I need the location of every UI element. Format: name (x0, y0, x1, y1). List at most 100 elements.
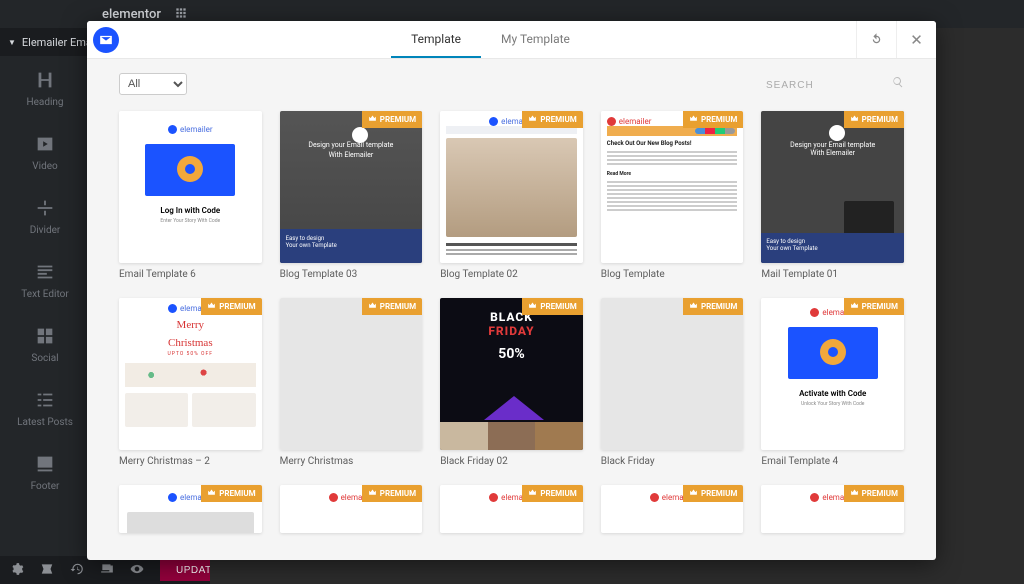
search-input[interactable] (764, 76, 904, 95)
crown-icon (850, 301, 859, 312)
badge-label: PREMIUM (862, 489, 898, 498)
modal-logo (87, 21, 125, 58)
badge-label: PREMIUM (862, 302, 898, 311)
premium-badge: PREMIUM (201, 485, 261, 502)
template-card[interactable]: PREMIUMelemailer (440, 485, 583, 533)
preview-icon[interactable] (130, 561, 144, 580)
template-title: Blog Template 02 (440, 269, 583, 280)
widget-label: Text Editor (21, 289, 68, 300)
premium-badge: PREMIUM (683, 298, 743, 315)
template-thumbnail: PREMIUMelemailer (280, 485, 423, 533)
badge-label: PREMIUM (862, 115, 898, 124)
caret-down-icon: ▼ (8, 38, 16, 47)
template-library-modal: Template My Template ✕ All elemailerLog … (87, 21, 936, 560)
template-thumbnail: PREMIUMBLACKFRIDAY50% (440, 298, 583, 450)
crown-icon (689, 114, 698, 125)
search-wrap (764, 73, 904, 95)
crown-icon (528, 301, 537, 312)
widget-heading[interactable]: Heading (0, 56, 90, 120)
template-thumbnail: PREMIUMelemailerCheck Out Our New Blog P… (601, 111, 744, 263)
template-title: Black Friday (601, 456, 744, 467)
category-filter[interactable]: All (119, 73, 187, 95)
template-card[interactable]: PREMIUMelemailerMerryChristmasUPTO 50% O… (119, 298, 262, 467)
tab-template[interactable]: Template (391, 21, 481, 58)
crown-icon (689, 301, 698, 312)
template-card[interactable]: PREMIUMBLACKFRIDAY50% Black Friday 02 (440, 298, 583, 467)
premium-badge: PREMIUM (844, 298, 904, 315)
widget-label: Latest Posts (17, 417, 73, 428)
widget-latest-posts[interactable]: Latest Posts (0, 376, 90, 440)
template-card[interactable]: PREMIUMelemailer (119, 485, 262, 533)
widget-social[interactable]: Social (0, 312, 90, 376)
premium-badge: PREMIUM (683, 111, 743, 128)
history-icon[interactable] (70, 561, 84, 580)
premium-badge: PREMIUM (362, 111, 422, 128)
badge-label: PREMIUM (380, 489, 416, 498)
template-card[interactable]: PREMIUMelemailerActivate with CodeUnlock… (761, 298, 904, 467)
badge-label: PREMIUM (701, 489, 737, 498)
template-thumbnail: PREMIUMelemailer (440, 111, 583, 263)
badge-label: PREMIUM (380, 302, 416, 311)
sync-button[interactable] (856, 21, 896, 58)
widget-label: Video (32, 161, 57, 172)
settings-icon[interactable] (10, 561, 24, 580)
crown-icon (368, 488, 377, 499)
premium-badge: PREMIUM (522, 298, 582, 315)
widget-divider[interactable]: Divider (0, 184, 90, 248)
search-icon (892, 76, 904, 88)
template-card[interactable]: PREMIUM Black Friday (601, 298, 744, 467)
template-title: Mail Template 01 (761, 269, 904, 280)
template-card[interactable]: PREMIUMelemailer (280, 485, 423, 533)
premium-badge: PREMIUM (362, 485, 422, 502)
widget-label: Heading (26, 97, 63, 108)
modal-toolbar: All (87, 59, 936, 105)
template-card[interactable]: elemailerLog In with CodeEnter Your Stor… (119, 111, 262, 280)
template-card[interactable]: PREMIUM Merry Christmas (280, 298, 423, 467)
crown-icon (850, 488, 859, 499)
premium-badge: PREMIUM (844, 485, 904, 502)
premium-badge: PREMIUM (201, 298, 261, 315)
close-button[interactable]: ✕ (896, 21, 936, 58)
template-title: Email Template 4 (761, 456, 904, 467)
badge-label: PREMIUM (219, 489, 255, 498)
template-card[interactable]: PREMIUMelemailer (761, 485, 904, 533)
template-card[interactable]: PREMIUMelemailerCheck Out Our New Blog P… (601, 111, 744, 280)
template-title: Email Template 6 (119, 269, 262, 280)
template-card[interactable]: PREMIUMDesign your Email templateWith El… (761, 111, 904, 280)
template-title: Blog Template 03 (280, 269, 423, 280)
modal-header: Template My Template ✕ (87, 21, 936, 59)
crown-icon (689, 488, 698, 499)
template-thumbnail: PREMIUMelemailerActivate with CodeUnlock… (761, 298, 904, 450)
crown-icon (850, 114, 859, 125)
brand-label: elementor (102, 7, 161, 22)
premium-badge: PREMIUM (522, 111, 582, 128)
widget-video[interactable]: Video (0, 120, 90, 184)
template-card[interactable]: PREMIUMelemailer Blog Template 02 (440, 111, 583, 280)
template-title: Merry Christmas (280, 456, 423, 467)
refresh-icon (869, 32, 884, 47)
crown-icon (207, 301, 216, 312)
template-thumbnail: PREMIUMelemailer (761, 485, 904, 533)
crown-icon (368, 301, 377, 312)
template-card[interactable]: PREMIUMelemailer (601, 485, 744, 533)
sidebar-section-title: Elemailer Email (22, 36, 97, 49)
template-title: Black Friday 02 (440, 456, 583, 467)
badge-label: PREMIUM (219, 302, 255, 311)
template-thumbnail: PREMIUMelemailer (601, 485, 744, 533)
template-title: Merry Christmas – 2 (119, 456, 262, 467)
template-card[interactable]: PREMIUMDesign your Email templateWith El… (280, 111, 423, 280)
crown-icon (368, 114, 377, 125)
widget-footer[interactable]: Footer (0, 440, 90, 504)
badge-label: PREMIUM (380, 115, 416, 124)
template-thumbnail: PREMIUM (280, 298, 423, 450)
widget-label: Divider (30, 225, 61, 236)
widget-text-editor[interactable]: Text Editor (0, 248, 90, 312)
modal-tabs: Template My Template (125, 21, 856, 58)
tab-my-template[interactable]: My Template (481, 21, 590, 58)
responsive-icon[interactable] (100, 561, 114, 580)
premium-badge: PREMIUM (844, 111, 904, 128)
editor-bottombar: UPDATE ▲ (0, 556, 210, 584)
navigator-icon[interactable] (40, 561, 54, 580)
badge-label: PREMIUM (540, 302, 576, 311)
badge-label: PREMIUM (540, 115, 576, 124)
